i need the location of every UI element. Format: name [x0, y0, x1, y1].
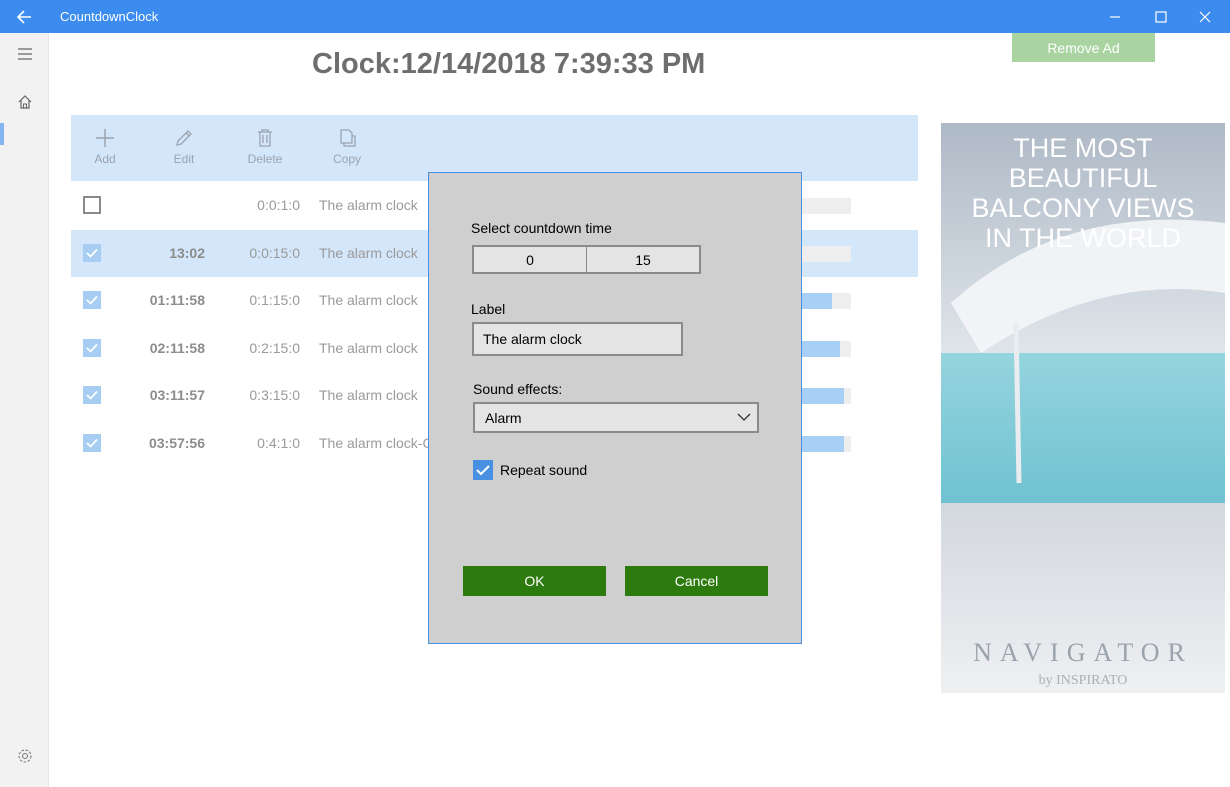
row-label: The alarm clock — [319, 292, 418, 308]
row-progress-bar — [801, 198, 851, 214]
checkmark-icon — [86, 343, 98, 353]
plus-icon — [96, 129, 114, 147]
chevron-down-icon — [737, 413, 751, 421]
add-label: Add — [94, 152, 116, 166]
row-progress-bar — [801, 388, 851, 404]
close-icon[interactable] — [1190, 5, 1220, 29]
countdown-dialog: Select countdown time Label Sound effect… — [428, 172, 802, 644]
cancel-button[interactable]: Cancel — [625, 566, 768, 596]
delete-button[interactable]: Delete — [230, 127, 300, 166]
row-checkbox[interactable] — [83, 386, 101, 404]
title-bar: CountdownClock — [0, 0, 1230, 33]
copy-button[interactable]: Copy — [312, 127, 382, 166]
settings-gear-icon[interactable] — [12, 745, 38, 767]
label-input[interactable] — [472, 322, 683, 356]
row-checkbox[interactable] — [83, 339, 101, 357]
sound-effects-label: Sound effects: — [473, 381, 563, 397]
ad-headline-line-1: THE MOST BEAUTIFUL — [1008, 133, 1158, 193]
add-button[interactable]: Add — [70, 127, 140, 166]
advertisement-banner[interactable]: THE MOST BEAUTIFUL BALCONY VIEWS IN THE … — [941, 123, 1225, 693]
row-label: The alarm clock-C — [319, 435, 429, 451]
row-checkbox[interactable] — [83, 434, 101, 452]
checkmark-icon — [86, 248, 98, 258]
checkmark-icon — [86, 390, 98, 400]
row-checkbox[interactable] — [83, 196, 101, 214]
checkmark-icon — [86, 295, 98, 305]
copy-icon — [340, 129, 356, 147]
row-progress-bar — [801, 341, 851, 357]
maximize-icon[interactable] — [1146, 5, 1176, 29]
ad-headline-line-3: IN THE WORLD — [984, 223, 1181, 253]
row-label: The alarm clock — [319, 340, 418, 356]
row-duration: 0:2:15:0 — [249, 340, 300, 356]
nav-pane — [0, 33, 49, 787]
repeat-sound-label: Repeat sound — [500, 462, 588, 478]
row-label: The alarm clock — [319, 387, 418, 403]
row-duration: 0:4:1:0 — [257, 435, 300, 451]
trash-icon — [258, 129, 272, 147]
time-picker[interactable] — [472, 245, 701, 274]
repeat-sound-checkbox[interactable] — [473, 460, 493, 480]
clock-display: Clock:12/14/2018 7:39:33 PM — [312, 48, 706, 80]
minimize-icon[interactable] — [1100, 5, 1130, 29]
row-duration: 0:0:1:0 — [257, 197, 300, 213]
hamburger-menu-icon[interactable] — [12, 43, 38, 65]
remove-ad-button[interactable]: Remove Ad — [1012, 33, 1155, 62]
ad-headline: THE MOST BEAUTIFUL BALCONY VIEWS IN THE … — [941, 133, 1225, 253]
ad-headline-line-2: BALCONY VIEWS — [971, 193, 1195, 223]
pencil-icon — [176, 130, 192, 146]
copy-label: Copy — [332, 152, 361, 166]
checkmark-icon — [476, 465, 490, 476]
hours-field[interactable] — [474, 247, 587, 272]
edit-label: Edit — [173, 152, 195, 166]
row-progress-bar — [801, 293, 851, 309]
label-caption: Label — [471, 301, 506, 317]
nav-selection-indicator — [0, 123, 4, 145]
row-checkbox[interactable] — [83, 291, 101, 309]
row-progress-bar — [801, 436, 851, 452]
sound-effects-value: Alarm — [485, 410, 522, 426]
row-duration: 0:3:15:0 — [249, 387, 300, 403]
row-elapsed: 02:11:58 — [149, 340, 205, 356]
row-duration: 0:0:15:0 — [249, 245, 300, 261]
checkmark-icon — [86, 438, 98, 448]
row-elapsed: 01:11:58 — [149, 292, 205, 308]
back-arrow-icon[interactable] — [12, 6, 38, 28]
row-elapsed: 03:11:57 — [149, 387, 205, 403]
select-time-label: Select countdown time — [471, 220, 612, 236]
sound-effects-select[interactable]: Alarm — [473, 402, 759, 433]
row-label: The alarm clock — [319, 197, 418, 213]
row-elapsed: 13:02 — [169, 245, 205, 261]
row-progress-bar — [801, 246, 851, 262]
delete-label: Delete — [247, 152, 283, 166]
home-icon[interactable] — [12, 91, 38, 113]
row-label: The alarm clock — [319, 245, 418, 261]
row-elapsed: 03:57:56 — [148, 435, 205, 451]
ok-button[interactable]: OK — [463, 566, 606, 596]
window-title: CountdownClock — [60, 9, 159, 24]
row-duration: 0:1:15:0 — [249, 292, 300, 308]
minutes-field[interactable] — [587, 247, 699, 272]
ad-byline: by INSPIRATO — [1038, 673, 1128, 688]
ad-brand-logo: NAVIGATOR — [973, 638, 1193, 667]
row-checkbox[interactable] — [83, 244, 101, 262]
edit-button[interactable]: Edit — [149, 127, 219, 166]
